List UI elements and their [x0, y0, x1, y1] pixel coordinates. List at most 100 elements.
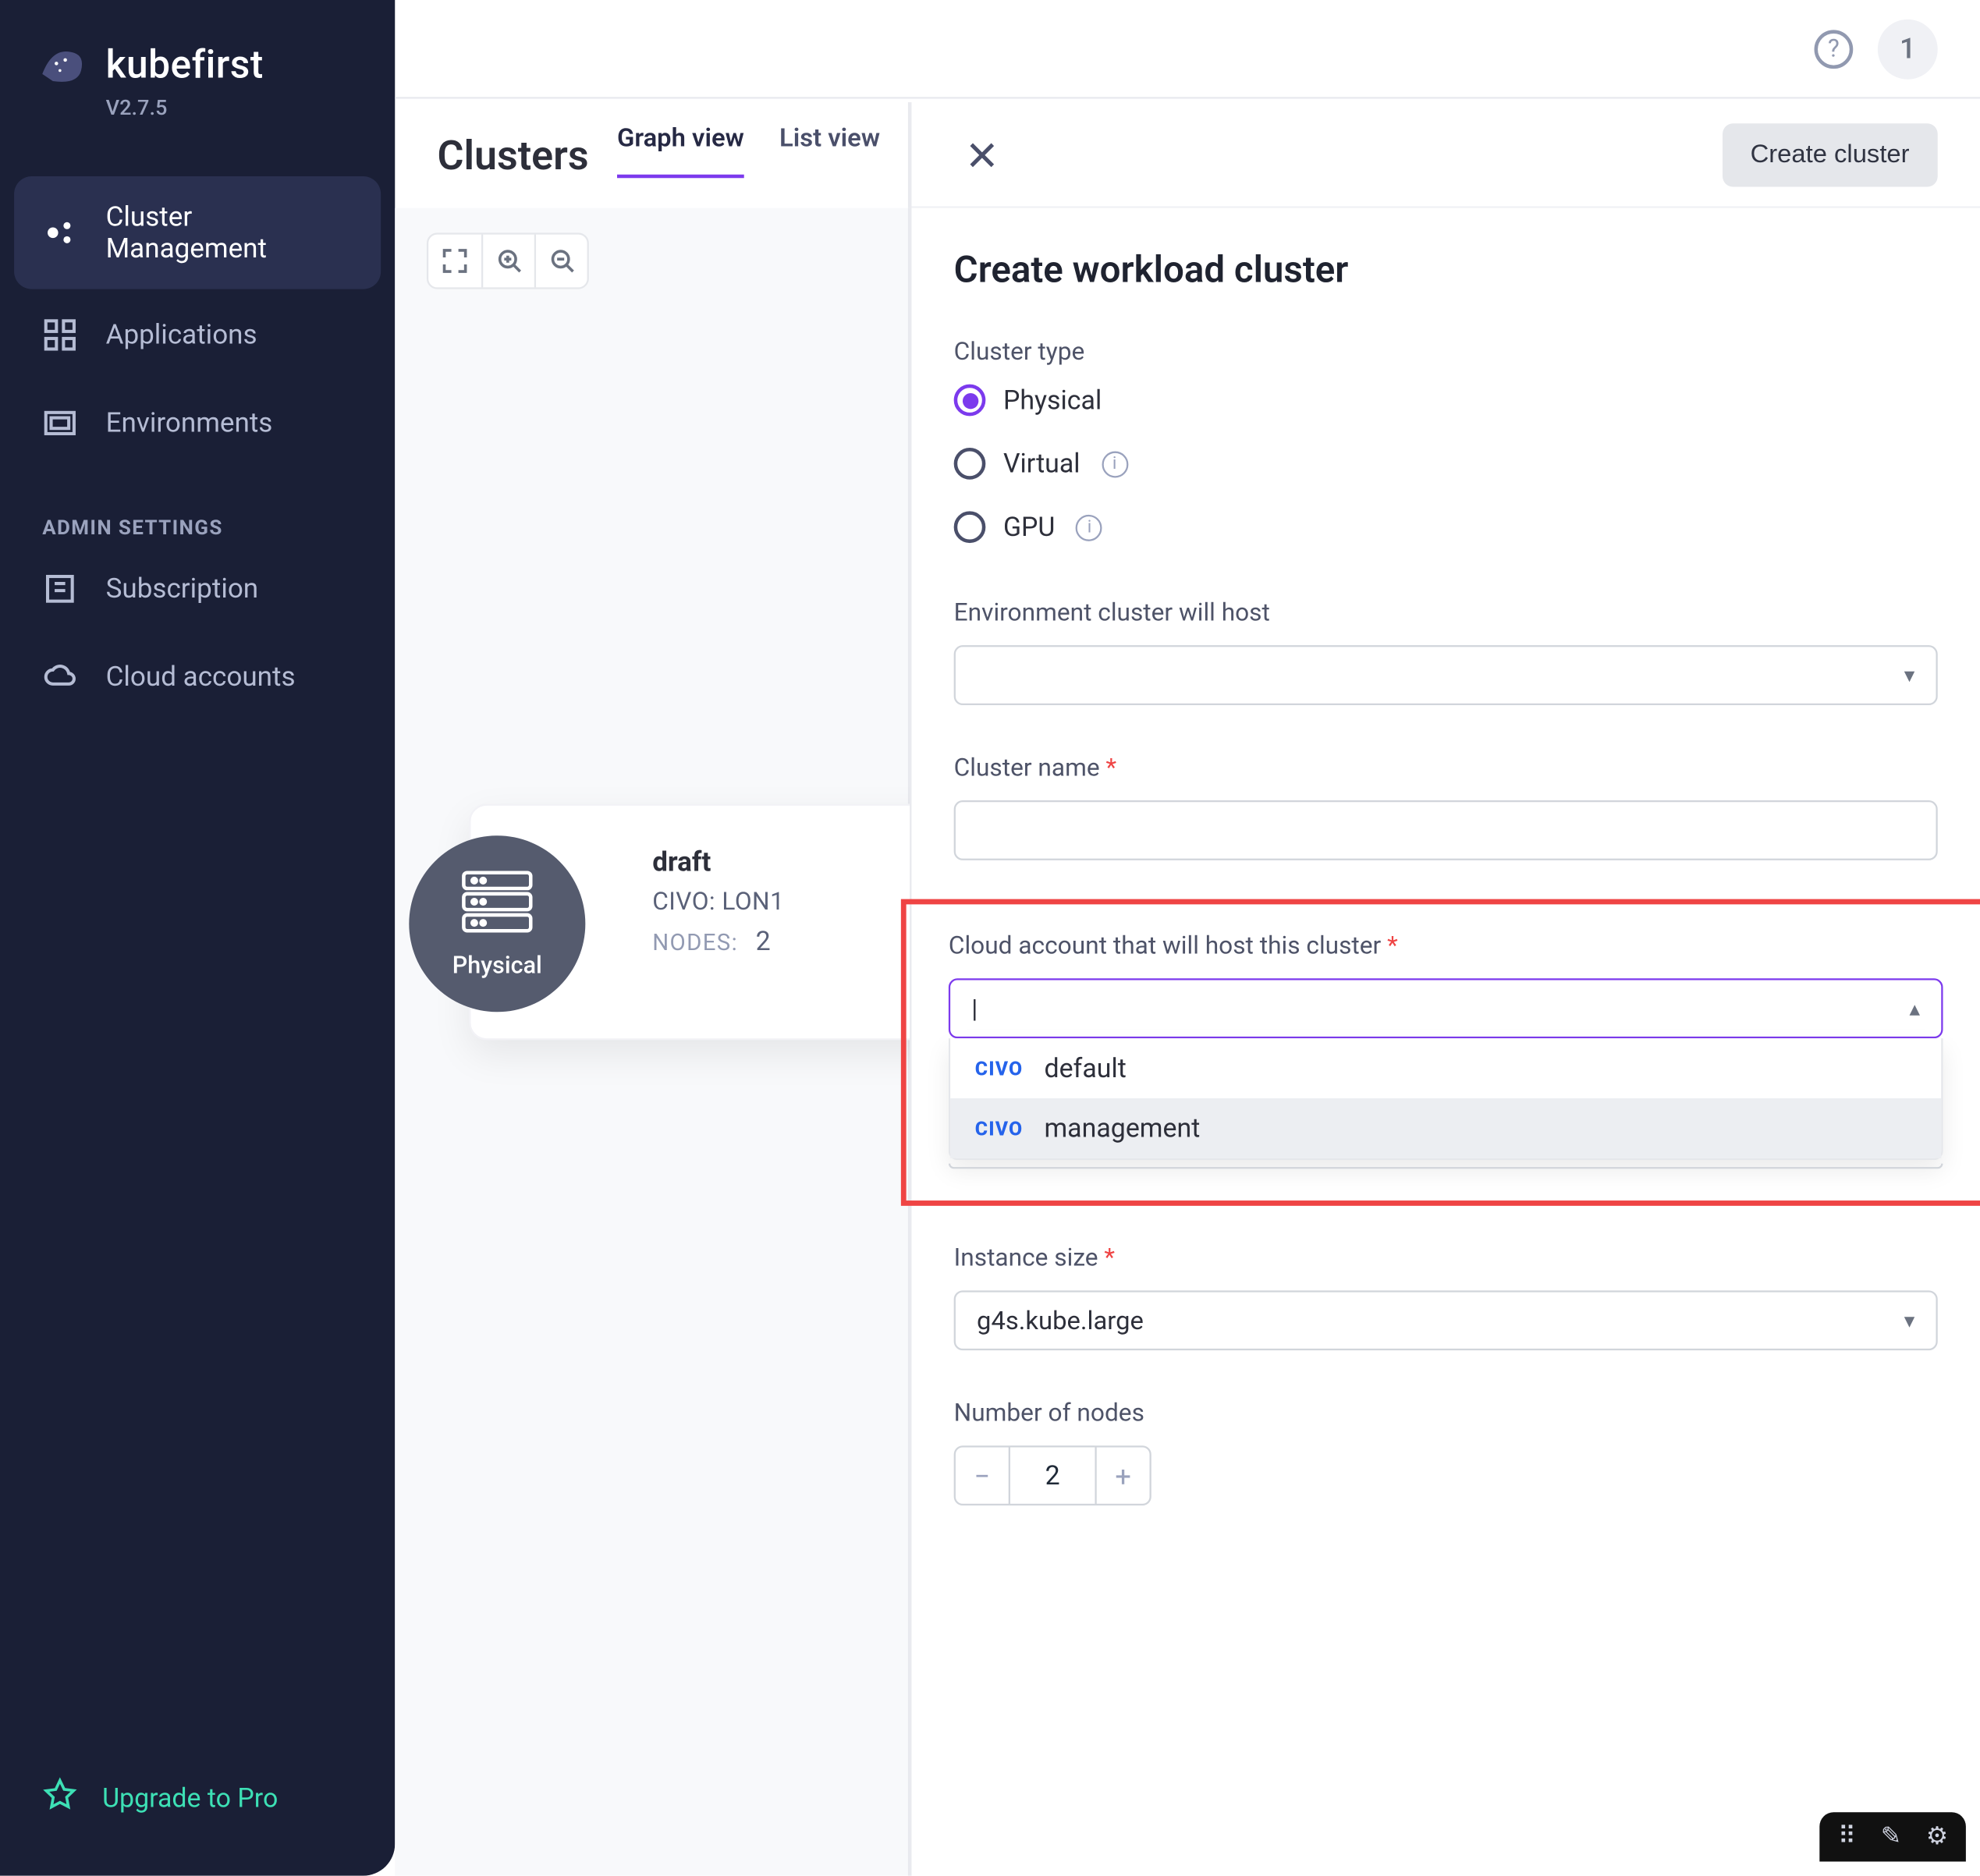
logo-block: kubefirst V2.7.5	[0, 0, 395, 130]
system-toolbar: ⠿ ✎ ⚙	[1820, 1812, 1966, 1861]
radio-icon	[954, 511, 986, 543]
required-asterisk: *	[1387, 933, 1398, 961]
nav-cloud-accounts[interactable]: Cloud accounts	[14, 635, 381, 719]
tool-icon[interactable]: ✎	[1881, 1823, 1902, 1851]
label-text: Instance size	[954, 1245, 1098, 1273]
cluster-name: draft	[652, 846, 784, 878]
radio-virtual[interactable]: Virtual i	[954, 448, 1980, 480]
cluster-icon	[42, 215, 77, 250]
radio-label: Virtual	[1003, 448, 1080, 480]
nodes-label: Number of nodes	[954, 1399, 1938, 1427]
panel-title: Create workload cluster	[954, 250, 1980, 293]
upgrade-label: Upgrade to Pro	[102, 1782, 278, 1814]
nav-label: Environments	[106, 407, 273, 439]
text-cursor: |	[971, 994, 978, 1023]
instance-size-field: Instance size * g4s.kube.large ▾	[954, 1245, 1980, 1351]
cluster-name-label: Cluster name *	[954, 754, 1938, 782]
nodes-value: 2	[1010, 1445, 1095, 1505]
cloud-account-highlight: Cloud account that will host this cluste…	[901, 899, 1980, 1206]
tab-graph-view[interactable]: Graph view	[617, 123, 744, 178]
chevron-down-icon: ▾	[1904, 663, 1915, 688]
nodes-field: Number of nodes − 2 +	[954, 1399, 1980, 1505]
label-text: Cluster name	[954, 754, 1100, 782]
apps-icon	[42, 317, 77, 353]
close-icon[interactable]	[954, 126, 1010, 183]
cluster-provider: CIVO: LON1	[652, 888, 784, 917]
graph-viewport: Physical draft CIVO: LON1 NODES: 2	[395, 208, 910, 1876]
nav-applications[interactable]: Applications	[14, 293, 381, 377]
create-cluster-panel: Create cluster Create workload cluster C…	[910, 102, 1980, 1876]
topbar-container: ? 1	[395, 0, 1980, 99]
civo-logo-icon: CIVO	[975, 1057, 1024, 1080]
decrement-button[interactable]: −	[954, 1445, 1010, 1505]
create-cluster-button[interactable]: Create cluster	[1722, 122, 1937, 186]
radio-physical[interactable]: Physical	[954, 385, 1980, 417]
page-title: Clusters	[437, 131, 588, 179]
increment-button[interactable]: +	[1095, 1445, 1151, 1505]
environment-field: Environment cluster will host ▾	[954, 599, 1980, 705]
admin-section-label: ADMIN SETTINGS	[14, 469, 381, 546]
tab-list-view[interactable]: List view	[779, 123, 880, 178]
hidden-field-edge	[949, 1164, 1943, 1169]
cluster-name-input[interactable]	[954, 800, 1938, 860]
help-icon[interactable]: ?	[1815, 29, 1854, 68]
cluster-nodes-value: 2	[756, 926, 771, 958]
cloud-account-dropdown: CIVO default CIVO management	[949, 1038, 1943, 1160]
cluster-nodes-label: NODES:	[652, 931, 738, 957]
cluster-type-badge: Physical	[409, 835, 585, 1012]
required-asterisk: *	[1106, 754, 1117, 782]
nav-label: Cluster Management	[106, 201, 353, 264]
zoom-controls	[427, 232, 589, 289]
environment-label: Environment cluster will host	[954, 599, 1938, 627]
notification-badge[interactable]: 1	[1878, 19, 1938, 79]
option-label: default	[1044, 1052, 1126, 1084]
cluster-type-label: Physical	[452, 952, 542, 980]
environments-icon	[42, 406, 77, 441]
radio-icon	[954, 448, 986, 480]
upgrade-to-pro[interactable]: Upgrade to Pro	[0, 1745, 395, 1875]
cloud-account-field: Cloud account that will host this cluste…	[949, 933, 1943, 1169]
civo-logo-icon: CIVO	[975, 1117, 1024, 1140]
zoom-in-icon[interactable]	[481, 235, 534, 288]
version-label: V2.7.5	[106, 95, 396, 120]
cluster-type-label: Cluster type	[954, 339, 1980, 367]
brand-name: kubefirst	[106, 43, 264, 87]
cluster-info: draft CIVO: LON1 NODES: 2	[652, 846, 784, 957]
instance-size-value: g4s.kube.large	[977, 1306, 1144, 1335]
instance-size-label: Instance size *	[954, 1245, 1938, 1273]
required-asterisk: *	[1104, 1245, 1115, 1273]
settings-icon[interactable]: ⚙	[1926, 1823, 1948, 1851]
chevron-down-icon: ▾	[1904, 1308, 1915, 1333]
cloud-account-input[interactable]: | ▴	[949, 978, 1943, 1038]
sidebar: kubefirst V2.7.5 Cluster Management Appl…	[0, 0, 395, 1876]
environment-select[interactable]: ▾	[954, 645, 1938, 705]
nav-label: Cloud accounts	[106, 661, 296, 693]
primary-nav: Cluster Management Applications Environm…	[0, 176, 395, 723]
topbar: ? 1	[395, 0, 1980, 99]
info-icon[interactable]: i	[1077, 514, 1103, 541]
nav-subscription[interactable]: Subscription	[14, 547, 381, 631]
radio-gpu[interactable]: GPU i	[954, 511, 1980, 543]
cloud-option-default[interactable]: CIVO default	[950, 1038, 1941, 1098]
cluster-name-field: Cluster name *	[954, 754, 1980, 860]
radio-icon	[954, 385, 986, 417]
nav-environments[interactable]: Environments	[14, 381, 381, 465]
nav-label: Applications	[106, 319, 257, 351]
zoom-out-icon[interactable]	[534, 235, 587, 288]
chevron-up-icon: ▴	[1910, 996, 1921, 1021]
drag-handle-icon[interactable]: ⠿	[1838, 1823, 1856, 1851]
cloud-option-management[interactable]: CIVO management	[950, 1098, 1941, 1158]
kubefirst-logo-icon	[35, 39, 88, 92]
fullscreen-icon[interactable]	[428, 235, 481, 288]
panel-header: Create cluster	[911, 102, 1980, 208]
radio-label: GPU	[1003, 511, 1055, 543]
subscription-icon	[42, 571, 77, 606]
label-text: Cloud account that will host this cluste…	[949, 933, 1381, 961]
option-label: management	[1044, 1112, 1200, 1144]
info-icon[interactable]: i	[1102, 450, 1128, 477]
instance-size-select[interactable]: g4s.kube.large ▾	[954, 1290, 1938, 1350]
view-tabs: Graph view List view	[617, 123, 880, 178]
cloud-account-autocomplete: | ▴ CIVO default CIVO management	[949, 978, 1943, 1169]
nav-cluster-management[interactable]: Cluster Management	[14, 176, 381, 289]
server-icon	[459, 867, 536, 942]
